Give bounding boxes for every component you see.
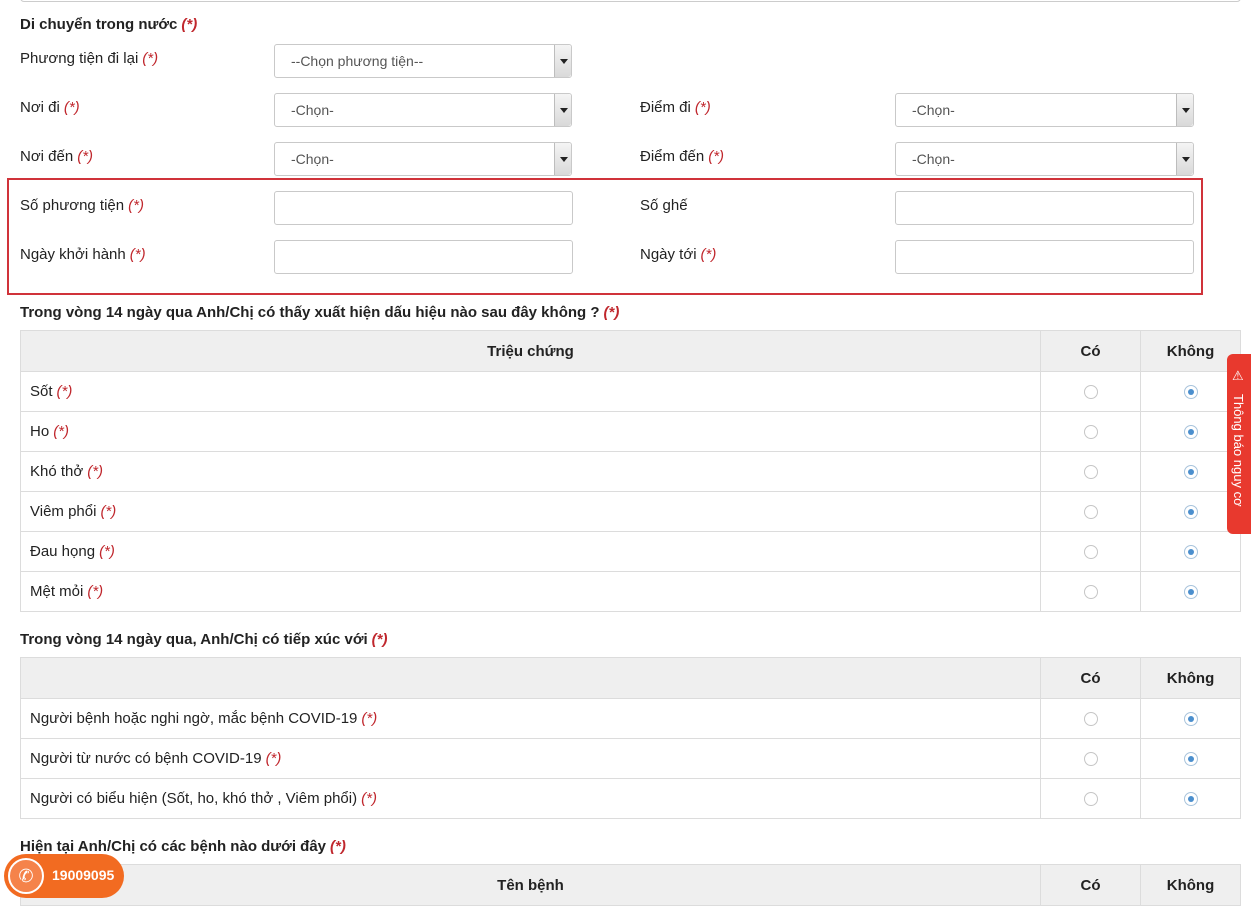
to-select[interactable]: -Chọn- <box>274 142 572 176</box>
seat-input[interactable] <box>895 191 1194 225</box>
row-label: Khó thở (*) <box>20 451 1041 492</box>
row-label: Viêm phổi (*) <box>20 491 1041 532</box>
radio-yes[interactable] <box>1083 385 1098 400</box>
risk-notice-tab[interactable]: ⚠ Thông báo nguy cơ <box>1227 354 1251 534</box>
radio-no[interactable] <box>1183 792 1198 807</box>
chevron-down-icon <box>1176 94 1193 126</box>
vehicle-label: Phương tiện đi lại (*) <box>20 50 159 67</box>
radio-yes[interactable] <box>1083 752 1098 767</box>
chevron-down-icon <box>554 45 571 77</box>
hotline-button[interactable]: ✆ 19009095 <box>4 854 124 898</box>
col-no: Không <box>1140 330 1241 372</box>
table-row: Mệt mỏi (*) <box>20 571 1241 612</box>
previous-field-box <box>20 0 1241 2</box>
vehicle-number-input[interactable] <box>274 191 573 225</box>
radio-no[interactable] <box>1183 425 1198 440</box>
radio-yes[interactable] <box>1083 505 1098 520</box>
phone-icon: ✆ <box>8 858 44 894</box>
diseases-table: Tên bệnh Có Không <box>20 864 1241 906</box>
row-label: Người từ nước có bệnh COVID-19 (*) <box>20 738 1041 779</box>
arrive-point-label: Điểm đến (*) <box>640 148 725 165</box>
table-row: Ho (*) <box>20 411 1241 452</box>
to-label: Nơi đến (*) <box>20 148 94 165</box>
row-label: Ho (*) <box>20 411 1041 452</box>
diseases-section-title: Hiện tại Anh/Chị có các bệnh nào dưới đâ… <box>20 838 346 855</box>
table-row: Người từ nước có bệnh COVID-19 (*) <box>20 738 1241 779</box>
table-row: Đau họng (*) <box>20 531 1241 572</box>
col-symptom: Triệu chứng <box>20 330 1041 372</box>
from-select[interactable]: -Chọn- <box>274 93 572 127</box>
col-yes: Có <box>1040 330 1141 372</box>
depart-point-label: Điểm đi (*) <box>640 99 711 116</box>
from-label: Nơi đi (*) <box>20 99 80 116</box>
col-yes: Có <box>1040 864 1141 906</box>
symptoms-section-title: Trong vòng 14 ngày qua Anh/Chị có thấy x… <box>20 304 620 321</box>
vehicle-number-label: Số phương tiện (*) <box>20 197 144 214</box>
arrive-date-label: Ngày tới (*) <box>640 246 717 263</box>
arrive-point-select[interactable]: -Chọn- <box>895 142 1194 176</box>
arrive-date-input[interactable] <box>895 240 1194 274</box>
alarm-icon: ⚠ <box>1232 368 1244 383</box>
depart-point-select[interactable]: -Chọn- <box>895 93 1194 127</box>
table-row: Người có biểu hiện (Sốt, ho, khó thở , V… <box>20 778 1241 819</box>
radio-yes[interactable] <box>1083 712 1098 727</box>
radio-no[interactable] <box>1183 752 1198 767</box>
table-row: Người bệnh hoặc nghi ngờ, mắc bệnh COVID… <box>20 698 1241 739</box>
radio-yes[interactable] <box>1083 792 1098 807</box>
radio-no[interactable] <box>1183 385 1198 400</box>
chevron-down-icon <box>554 143 571 175</box>
radio-yes[interactable] <box>1083 585 1098 600</box>
radio-yes[interactable] <box>1083 425 1098 440</box>
row-label: Sốt (*) <box>20 371 1041 412</box>
row-label: Đau họng (*) <box>20 531 1041 572</box>
col-contact <box>20 657 1041 699</box>
contact-table: Có Không Người bệnh hoặc nghi ngờ, mắc b… <box>20 657 1241 819</box>
table-header: Tên bệnh Có Không <box>20 864 1241 906</box>
hotline-number: 19009095 <box>52 867 115 883</box>
row-label: Người có biểu hiện (Sốt, ho, khó thở , V… <box>20 778 1041 819</box>
table-row: Viêm phổi (*) <box>20 491 1241 532</box>
table-header: Triệu chứng Có Không <box>20 330 1241 372</box>
depart-date-input[interactable] <box>274 240 573 274</box>
seat-label: Số ghế <box>640 197 688 214</box>
radio-no[interactable] <box>1183 465 1198 480</box>
table-row: Sốt (*) <box>20 371 1241 412</box>
col-no: Không <box>1140 864 1241 906</box>
radio-no[interactable] <box>1183 505 1198 520</box>
vehicle-select[interactable]: --Chọn phương tiện-- <box>274 44 572 78</box>
chevron-down-icon <box>1176 143 1193 175</box>
domestic-section-title: Di chuyển trong nước (*) <box>20 16 198 33</box>
col-yes: Có <box>1040 657 1141 699</box>
contact-section-title: Trong vòng 14 ngày qua, Anh/Chị có tiếp … <box>20 631 388 648</box>
depart-date-label: Ngày khởi hành (*) <box>20 246 146 263</box>
symptoms-table: Triệu chứng Có Không Sốt (*) Ho (*) Khó th… <box>20 330 1241 612</box>
table-row: Khó thở (*) <box>20 451 1241 492</box>
chevron-down-icon <box>554 94 571 126</box>
col-no: Không <box>1140 657 1241 699</box>
row-label: Người bệnh hoặc nghi ngờ, mắc bệnh COVID… <box>20 698 1041 739</box>
col-disease: Tên bệnh <box>20 864 1041 906</box>
radio-yes[interactable] <box>1083 545 1098 560</box>
table-header: Có Không <box>20 657 1241 699</box>
risk-notice-label: Thông báo nguy cơ <box>1231 394 1246 507</box>
radio-yes[interactable] <box>1083 465 1098 480</box>
radio-no[interactable] <box>1183 585 1198 600</box>
row-label: Mệt mỏi (*) <box>20 571 1041 612</box>
radio-no[interactable] <box>1183 545 1198 560</box>
radio-no[interactable] <box>1183 712 1198 727</box>
